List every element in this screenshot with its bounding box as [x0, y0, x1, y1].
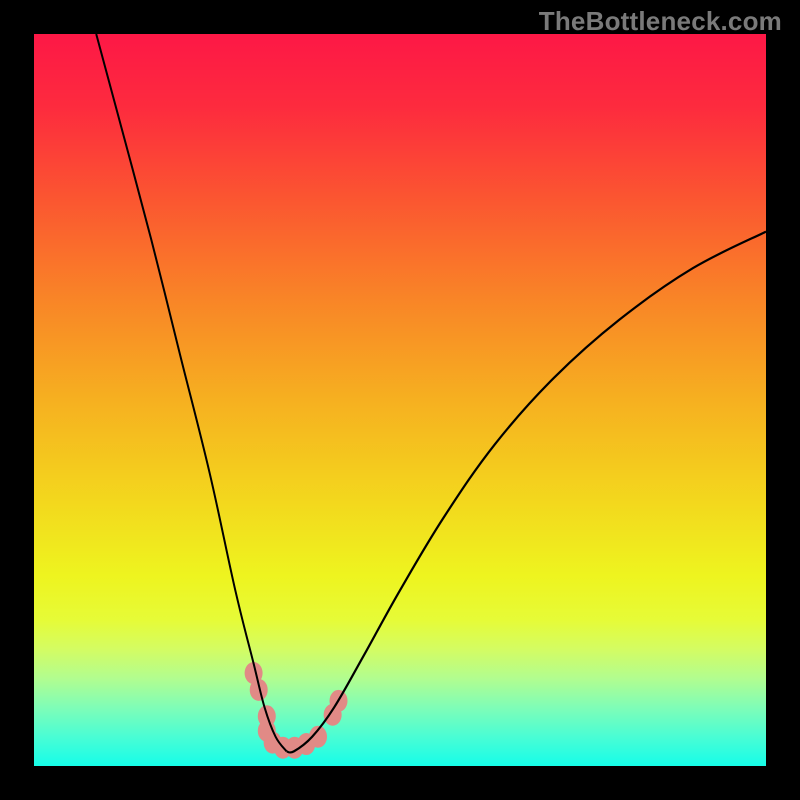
watermark-text: TheBottleneck.com — [539, 6, 782, 37]
plot-area — [34, 34, 766, 766]
bottleneck-chart — [34, 34, 766, 766]
gradient-background — [34, 34, 766, 766]
chart-frame: TheBottleneck.com — [0, 0, 800, 800]
